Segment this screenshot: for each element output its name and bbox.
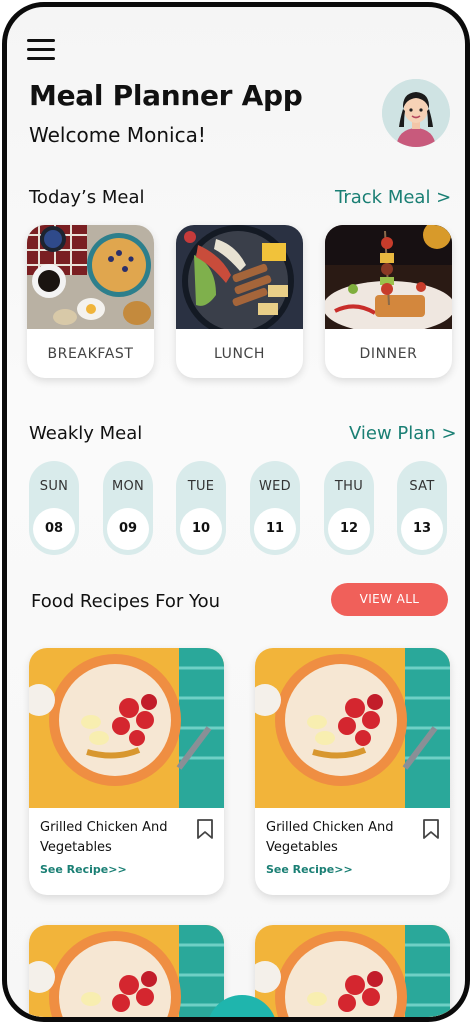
recipe-card[interactable] <box>255 925 450 1017</box>
meal-label: BREAKFAST <box>47 346 134 362</box>
day-name: WED <box>259 479 291 494</box>
day-sat[interactable]: SAT 13 <box>397 461 447 555</box>
day-number: 08 <box>33 508 75 550</box>
avatar-icon <box>382 79 450 147</box>
day-number: 13 <box>401 508 443 550</box>
meal-card-lunch[interactable]: LUNCH <box>176 225 303 378</box>
menu-icon[interactable] <box>27 39 55 63</box>
meal-label: DINNER <box>359 346 418 362</box>
recipe-photo <box>29 925 224 1017</box>
see-recipe-link[interactable]: See Recipe>> <box>40 863 127 876</box>
view-plan-link[interactable]: View Plan > <box>349 423 457 444</box>
day-tue[interactable]: TUE 10 <box>176 461 226 555</box>
recipe-photo <box>255 648 450 808</box>
weekly-meal-title: Weakly Meal <box>29 423 143 444</box>
see-recipe-link[interactable]: See Recipe>> <box>266 863 353 876</box>
meal-card-breakfast[interactable]: BREAKFAST <box>27 225 154 378</box>
day-thu[interactable]: THU 12 <box>324 461 374 555</box>
day-name: MON <box>111 479 145 494</box>
day-mon[interactable]: MON 09 <box>103 461 153 555</box>
avatar[interactable] <box>382 79 450 147</box>
breakfast-photo <box>27 225 154 329</box>
recipe-card[interactable]: Grilled Chicken And Vegetables See Recip… <box>29 648 224 895</box>
day-number: 11 <box>254 508 296 550</box>
day-number: 09 <box>107 508 149 550</box>
recipe-title: Grilled Chicken And Vegetables <box>40 820 168 855</box>
meal-label: LUNCH <box>213 346 266 362</box>
view-all-button[interactable]: VIEW ALL <box>331 583 448 616</box>
day-name: SAT <box>409 479 435 494</box>
day-name: TUE <box>187 479 215 494</box>
day-sun[interactable]: SUN 08 <box>29 461 79 555</box>
track-meal-link[interactable]: Track Meal > <box>335 187 451 208</box>
day-number: 10 <box>180 508 222 550</box>
recipe-title: Grilled Chicken And Vegetables <box>266 820 394 855</box>
food-recipes-title: Food Recipes For You <box>31 591 221 612</box>
todays-meal-title: Today’s Meal <box>29 187 145 208</box>
bookmark-icon[interactable] <box>196 818 214 840</box>
meal-card-dinner[interactable]: DINNER <box>325 225 452 378</box>
recipe-card[interactable]: Grilled Chicken And Vegetables See Recip… <box>255 648 450 895</box>
bookmark-icon[interactable] <box>422 818 440 840</box>
phone-frame: Meal Planner App Welcome Monica! Today’s… <box>2 2 470 1022</box>
lunch-photo <box>176 225 303 329</box>
day-number: 12 <box>328 508 370 550</box>
recipe-card[interactable] <box>29 925 224 1017</box>
recipe-photo <box>29 648 224 808</box>
welcome-text: Welcome Monica! <box>29 123 206 147</box>
page-title: Meal Planner App <box>29 79 303 112</box>
dinner-photo <box>325 225 452 329</box>
day-wed[interactable]: WED 11 <box>250 461 300 555</box>
day-name: THU <box>334 479 364 494</box>
day-name: SUN <box>39 479 69 494</box>
recipe-photo <box>255 925 450 1017</box>
